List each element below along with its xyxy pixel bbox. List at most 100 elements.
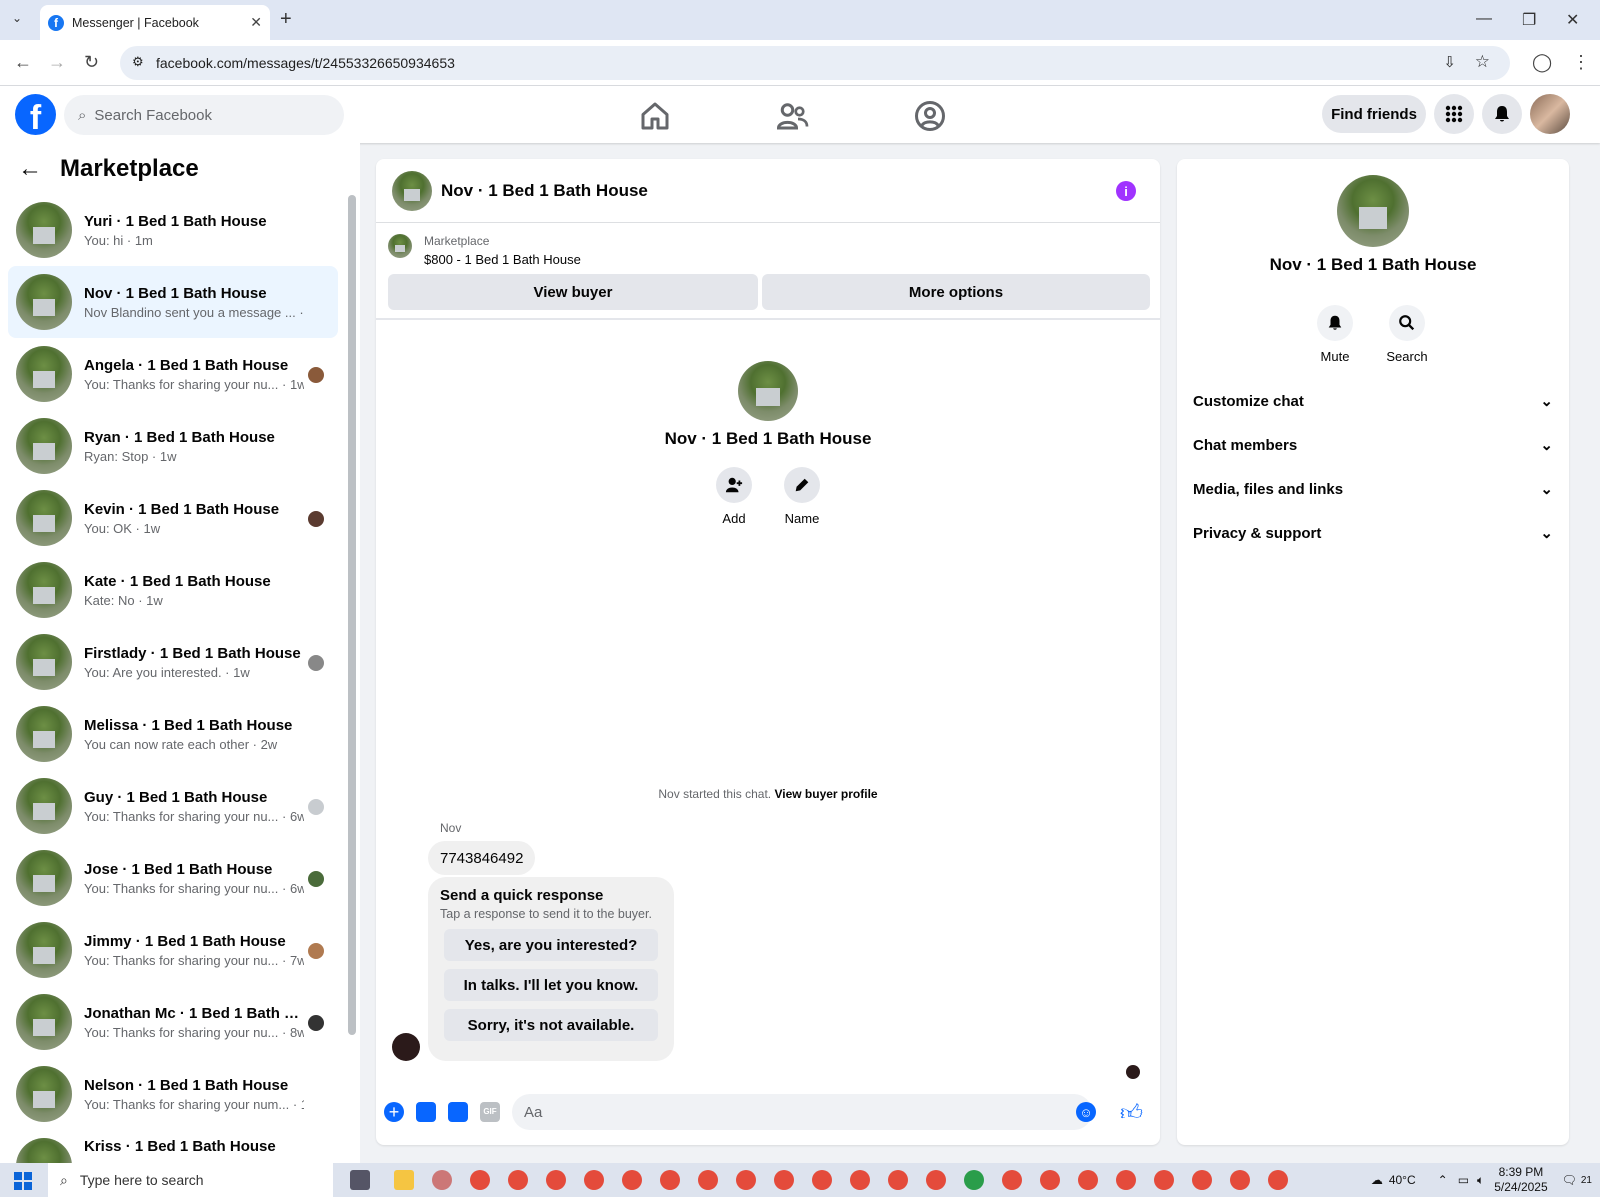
chrome-app-icon[interactable] <box>508 1170 528 1190</box>
notification-center-icon[interactable]: 🗨︎ <box>1562 1173 1577 1187</box>
groups-icon[interactable] <box>912 98 948 134</box>
site-info-icon[interactable]: ⚙ <box>132 54 144 70</box>
menu-grid-icon[interactable] <box>1434 94 1474 134</box>
chrome-app-icon[interactable] <box>1268 1170 1288 1190</box>
chrome-app-icon[interactable] <box>926 1170 946 1190</box>
chrome-app-icon[interactable] <box>622 1170 642 1190</box>
chrome-app-icon[interactable] <box>736 1170 756 1190</box>
view-buyer-button[interactable]: View buyer <box>388 274 758 310</box>
chrome-app-icon[interactable] <box>774 1170 794 1190</box>
info-icon[interactable]: i <box>1116 181 1136 201</box>
chrome-app-icon[interactable] <box>660 1170 680 1190</box>
windows-start-icon[interactable] <box>14 1172 32 1190</box>
browser-tab[interactable]: f Messenger | Facebook ✕ <box>40 5 270 40</box>
profile-icon[interactable]: ◯ <box>1532 52 1552 73</box>
conversation-item[interactable]: Kevin · 1 Bed 1 Bath House You: OK · 1w <box>8 482 338 554</box>
conversation-item[interactable]: Melissa · 1 Bed 1 Bath House You can now … <box>8 698 338 770</box>
chrome-app-icon[interactable] <box>1040 1170 1060 1190</box>
chrome-app-icon[interactable] <box>546 1170 566 1190</box>
find-friends-button[interactable]: Find friends <box>1322 95 1426 133</box>
chrome-app-icon[interactable] <box>1192 1170 1212 1190</box>
show-hidden-icons-icon[interactable]: ⌃ <box>1438 1173 1448 1187</box>
conversation-item-selected[interactable]: Nov · 1 Bed 1 Bath House Nov Blandino sen… <box>8 266 338 338</box>
facebook-logo[interactable]: f <box>15 94 56 135</box>
conversation-item[interactable]: Ryan · 1 Bed 1 Bath House Ryan: Stop · 1w <box>8 410 338 482</box>
sidebar-scrollbar[interactable] <box>348 195 356 1035</box>
conversation-item[interactable]: Guy · 1 Bed 1 Bath House You: Thanks for … <box>8 770 338 842</box>
media-files-links-section[interactable]: Media, files and links ⌄ <box>1193 469 1553 509</box>
clock[interactable]: 8:39 PM 5/24/2025 <box>1494 1165 1547 1195</box>
chrome-app-icon[interactable] <box>584 1170 604 1190</box>
close-tab-icon[interactable]: ✕ <box>250 14 262 31</box>
conversation-item[interactable]: Kate · 1 Bed 1 Bath House Kate: No · 1w <box>8 554 338 626</box>
more-options-button[interactable]: More options <box>762 274 1150 310</box>
chat-title[interactable]: Nov · 1 Bed 1 Bath House <box>441 181 648 201</box>
message-input[interactable]: Aa <box>512 1094 1092 1130</box>
chrome-app-icon[interactable] <box>1230 1170 1250 1190</box>
forward-icon[interactable]: → <box>48 52 66 73</box>
back-icon[interactable]: ← <box>14 52 32 73</box>
conversation-item[interactable]: Firstlady · 1 Bed 1 Bath House You: Are y… <box>8 626 338 698</box>
sticker-icon[interactable] <box>448 1102 468 1122</box>
address-bar[interactable]: ⚙ facebook.com/messages/t/24553326650934… <box>120 46 1510 80</box>
conversation-item[interactable]: Jose · 1 Bed 1 Bath House You: Thanks for… <box>8 842 338 914</box>
search-in-conversation-button[interactable]: Search <box>1377 305 1437 364</box>
chrome-app-icon[interactable] <box>470 1170 490 1190</box>
more-actions-plus-icon[interactable]: + <box>384 1102 404 1122</box>
minimize-icon[interactable]: — <box>1476 10 1492 28</box>
home-icon[interactable] <box>637 98 673 134</box>
facebook-search-input[interactable]: ⌕ Search Facebook <box>64 95 344 135</box>
emoji-icon[interactable]: ☺ <box>1076 1102 1096 1122</box>
chrome-app-icon[interactable] <box>850 1170 870 1190</box>
name-chat-button[interactable]: Name <box>772 467 832 526</box>
chat-members-section[interactable]: Chat members ⌄ <box>1193 425 1553 465</box>
task-view-icon[interactable] <box>350 1170 370 1190</box>
chrome-app-icon[interactable] <box>1078 1170 1098 1190</box>
conversation-item[interactable]: Yuri · 1 Bed 1 Bath House You: hi · 1m <box>8 194 338 266</box>
attach-photo-icon[interactable] <box>416 1102 436 1122</box>
tab-list-dropdown-icon[interactable]: ⌄ <box>12 11 22 25</box>
friends-icon[interactable] <box>774 98 810 134</box>
chat-listing-thumbnail[interactable] <box>392 170 432 211</box>
conversation-item[interactable]: Jonathan Mc · 1 Bed 1 Bath Ho... You: Tha… <box>8 986 338 1058</box>
new-tab-icon[interactable]: + <box>280 8 292 31</box>
conversation-item[interactable]: Jimmy · 1 Bed 1 Bath House You: Thanks fo… <box>8 914 338 986</box>
account-avatar[interactable] <box>1530 94 1570 134</box>
marketplace-listing-banner[interactable]: Marketplace $800 - 1 Bed 1 Bath House <box>388 234 581 267</box>
message-bubble[interactable]: 7743846492 <box>428 841 536 875</box>
paint-icon[interactable] <box>432 1170 452 1190</box>
chrome-app-icon[interactable] <box>888 1170 908 1190</box>
close-window-icon[interactable]: ✕ <box>1566 10 1579 30</box>
notifications-bell-icon[interactable] <box>1482 94 1522 134</box>
thumbs-up-icon[interactable]: 👍︎ <box>1120 1099 1143 1126</box>
chrome-app-icon[interactable] <box>1116 1170 1136 1190</box>
quick-response-not-available-button[interactable]: Sorry, it's not available. <box>444 1009 658 1041</box>
view-buyer-profile-link[interactable]: View buyer profile <box>774 787 877 801</box>
chrome-active-app-icon[interactable] <box>1002 1170 1022 1190</box>
network-icon[interactable]: ▭ <box>1458 1173 1469 1187</box>
quick-response-yes-button[interactable]: Yes, are you interested? <box>444 929 658 961</box>
mute-button[interactable]: Mute <box>1305 305 1365 364</box>
temperature[interactable]: 40°C <box>1389 1173 1416 1187</box>
chrome-app-icon[interactable] <box>964 1170 984 1190</box>
install-app-icon[interactable]: ⇩ <box>1443 53 1456 71</box>
taskbar-search-box[interactable]: ⌕ Type here to search <box>48 1163 333 1197</box>
add-people-button[interactable]: Add <box>704 467 764 526</box>
back-arrow-icon[interactable]: ← <box>18 155 42 183</box>
privacy-support-section[interactable]: Privacy & support ⌄ <box>1193 513 1553 553</box>
reload-icon[interactable]: ↻ <box>84 52 99 73</box>
customize-chat-section[interactable]: Customize chat ⌄ <box>1193 381 1553 421</box>
quick-response-in-talks-button[interactable]: In talks. I'll let you know. <box>444 969 658 1001</box>
bookmark-star-icon[interactable]: ☆ <box>1475 52 1490 72</box>
chrome-app-icon[interactable] <box>698 1170 718 1190</box>
browser-menu-icon[interactable]: ⋮ <box>1572 52 1590 73</box>
conversation-item[interactable]: Angela · 1 Bed 1 Bath House You: Thanks f… <box>8 338 338 410</box>
sender-avatar[interactable] <box>392 1033 420 1061</box>
chrome-app-icon[interactable] <box>1154 1170 1174 1190</box>
restore-icon[interactable]: ❐ <box>1522 10 1536 30</box>
file-explorer-icon[interactable] <box>394 1170 414 1190</box>
gif-icon[interactable]: GIF <box>480 1102 500 1122</box>
chrome-app-icon[interactable] <box>812 1170 832 1190</box>
volume-icon[interactable]: 🔈︎ <box>1477 1173 1484 1188</box>
conversation-item[interactable]: Nelson · 1 Bed 1 Bath House You: Thanks f… <box>8 1058 338 1130</box>
